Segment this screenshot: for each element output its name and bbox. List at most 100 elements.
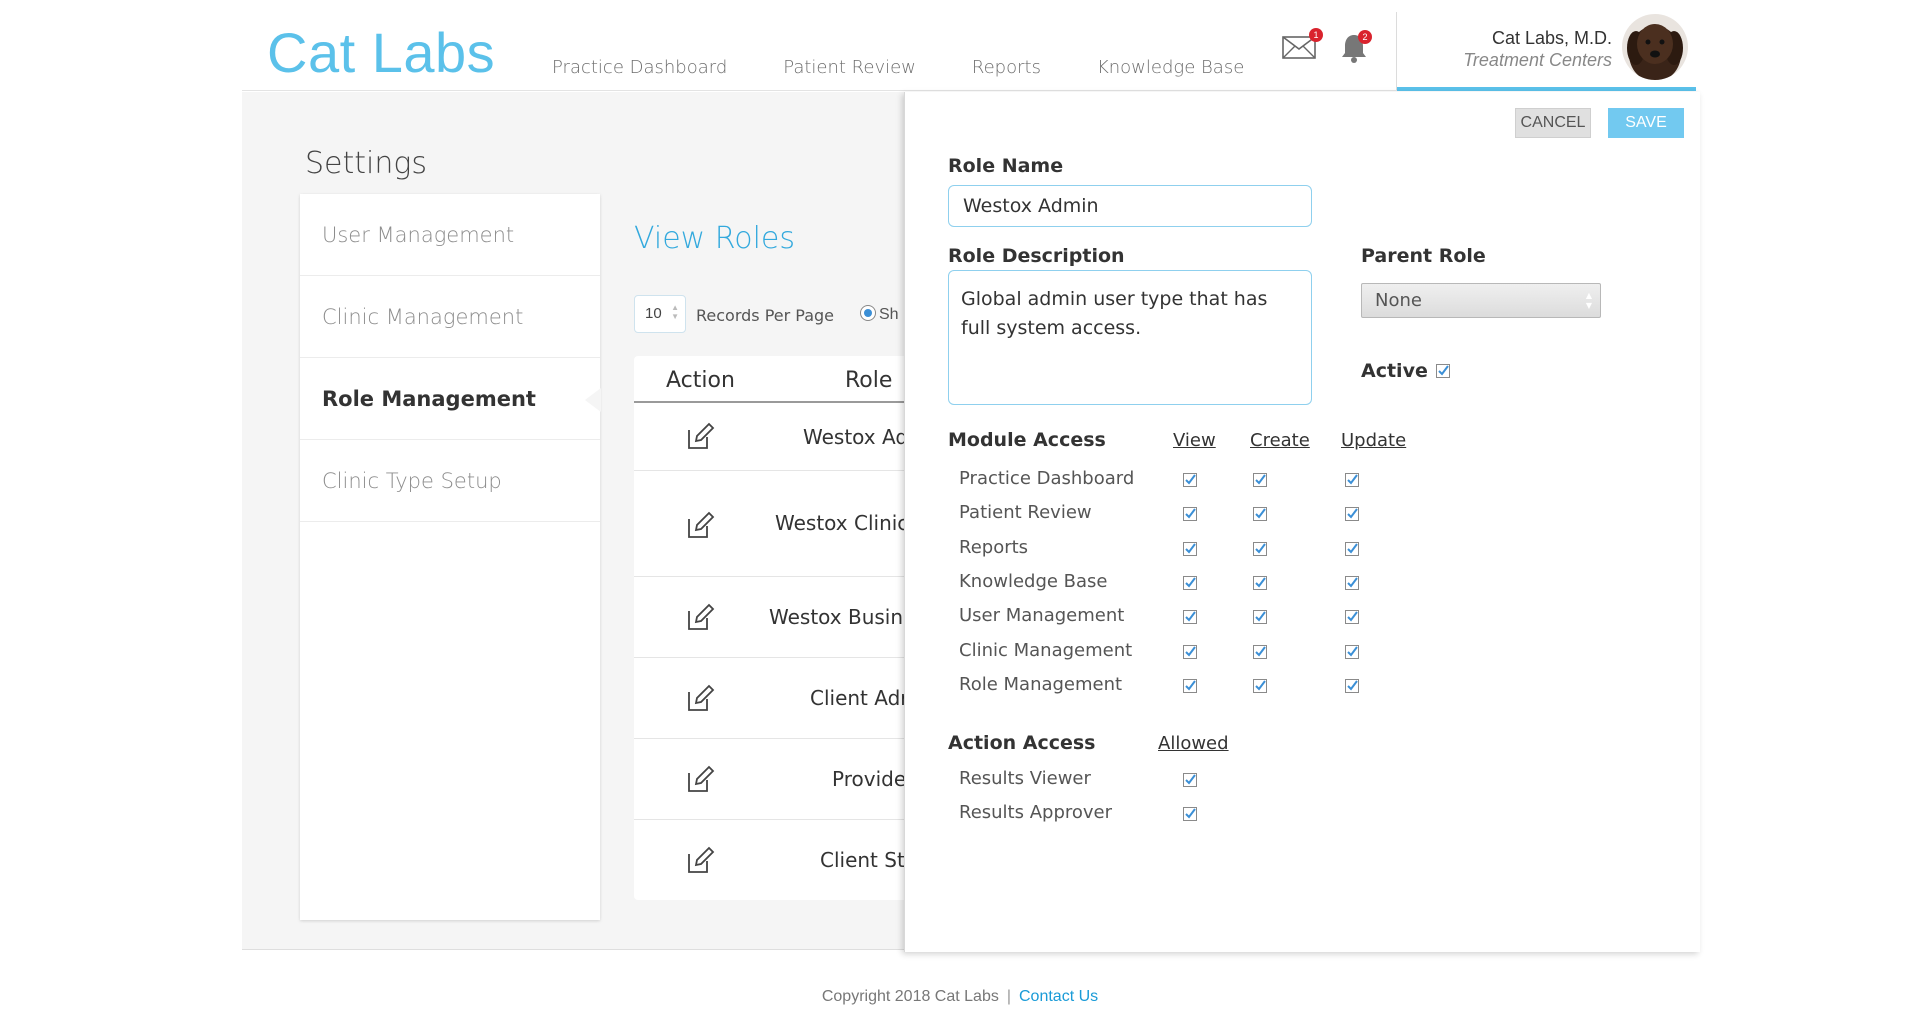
create-checkbox[interactable] [1253,575,1267,590]
role-name-cell: Westox Busine [769,605,916,629]
role-name-cell: Westox Clinica [775,511,921,535]
mail-button[interactable]: 1 [1282,28,1323,62]
view-checkbox[interactable] [1183,678,1197,693]
parent-role-select[interactable]: None ▲ ▼ [1361,283,1601,318]
select-arrows-icon: ▲ ▼ [1585,291,1592,310]
table-row[interactable]: Client Sta [634,820,934,900]
edit-icon[interactable] [685,846,715,876]
action-name: Results Approver [959,801,1113,823]
edit-icon[interactable] [685,603,715,633]
role-name-cell: Client Sta [820,848,918,872]
records-per-page-stepper[interactable]: 10 ▲ ▼ [634,295,686,333]
stepper-arrows-icon[interactable]: ▲ ▼ [671,303,679,321]
nav-practice-dashboard[interactable]: Practice Dashboard [552,57,727,78]
records-per-page-value: 10 [645,305,662,322]
settings-sidebar: User Management Clinic Management Role M… [300,194,601,920]
user-profile[interactable]: Cat Labs, M.D. Treatment Centers [1397,0,1696,91]
avatar[interactable] [1622,14,1688,80]
create-checkbox[interactable] [1253,473,1267,487]
logo[interactable]: Cat Labs [267,20,495,85]
view-checkbox[interactable] [1183,541,1197,556]
edit-icon[interactable] [685,511,715,541]
edit-role-panel: CANCEL SAVE Role Name Westox Admin Role … [904,92,1700,952]
role-name-input[interactable]: Westox Admin [948,185,1312,227]
user-subtitle: Treatment Centers [1463,50,1612,70]
module-name: User Management [959,605,1125,627]
nav-reports[interactable]: Reports [972,57,1041,78]
create-checkbox[interactable] [1253,507,1267,522]
action-name: Results Viewer [959,768,1091,789]
sidebar-item-clinic-management[interactable]: Clinic Management [300,276,600,358]
column-header-view: View [1173,430,1216,451]
sidebar-item-role-management[interactable]: Role Management [300,358,601,440]
active-caret [585,388,601,412]
update-checkbox[interactable] [1345,541,1359,556]
show-radio[interactable] [860,305,876,321]
records-per-page-label: Records Per Page [696,306,835,325]
table-row[interactable]: Provide [634,739,934,820]
role-name-cell: Provide [832,767,907,791]
role-name-label: Role Name [948,155,1064,177]
sidebar-item-label: Role Management [322,386,536,411]
create-checkbox[interactable] [1253,678,1267,693]
action-access-label: Action Access [948,732,1096,754]
role-description-textarea[interactable]: Global admin user type that has full sys… [948,270,1312,405]
parent-role-label: Parent Role [1361,245,1486,267]
nav-knowledge-base[interactable]: Knowledge Base [1097,57,1244,78]
module-name: Knowledge Base [959,570,1108,592]
page-title: Settings [305,146,428,181]
mail-badge: 1 [1309,28,1323,42]
column-header-update: Update [1341,430,1407,451]
view-checkbox[interactable] [1183,610,1197,625]
module-name: Reports [959,536,1029,558]
column-header-role[interactable]: Role [845,368,892,393]
footer-separator: | [1006,988,1011,1005]
show-label: Sho [879,306,899,323]
table-row[interactable]: Westox Busine [634,577,934,658]
column-header-create: Create [1250,430,1310,451]
roles-table: Action Role Westox Ad Westox Clinica Wes… [634,356,934,900]
update-checkbox[interactable] [1345,575,1359,590]
column-header-action: Action [666,368,735,393]
view-checkbox[interactable] [1183,644,1197,659]
view-checkbox[interactable] [1183,473,1197,487]
save-button[interactable]: SAVE [1608,108,1684,138]
active-checkbox[interactable] [1436,364,1450,378]
sidebar-item-user-management[interactable]: User Management [300,194,600,276]
cancel-button[interactable]: CANCEL [1515,108,1591,138]
module-access-label: Module Access [948,429,1106,451]
table-row[interactable]: Westox Ad [634,403,934,471]
role-name-cell: Westox Ad [803,425,909,449]
table-row[interactable]: Client Adr [634,658,934,739]
module-name: Clinic Management [959,639,1133,661]
edit-icon[interactable] [685,684,715,714]
sidebar-item-clinic-type-setup[interactable]: Clinic Type Setup [300,440,600,522]
view-checkbox[interactable] [1183,575,1197,590]
update-checkbox[interactable] [1345,507,1359,522]
nav-patient-review[interactable]: Patient Review [783,57,916,78]
section-title: View Roles [634,221,796,256]
create-checkbox[interactable] [1253,541,1267,556]
module-name: Patient Review [959,502,1092,524]
allowed-checkbox[interactable] [1183,806,1197,821]
edit-icon[interactable] [685,765,715,795]
create-checkbox[interactable] [1253,610,1267,625]
view-checkbox[interactable] [1183,507,1197,522]
copyright-text: Copyright 2018 Cat Labs [821,988,999,1005]
avatar-image [1622,14,1688,80]
update-checkbox[interactable] [1345,678,1359,693]
update-checkbox[interactable] [1345,644,1359,659]
parent-role-value: None [1375,290,1422,311]
update-checkbox[interactable] [1345,610,1359,625]
footer: Copyright 2018 Cat Labs | Contact Us [0,988,1920,1006]
edit-icon[interactable] [685,422,715,452]
notifications-button[interactable]: 2 [1340,30,1372,66]
contact-us-link[interactable]: Contact Us [1019,988,1098,1005]
update-checkbox[interactable] [1345,473,1359,487]
allowed-checkbox[interactable] [1183,773,1197,787]
active-label: Active [1361,360,1428,382]
notifications-badge: 2 [1358,30,1372,44]
user-name: Cat Labs, M.D. [1491,28,1612,48]
create-checkbox[interactable] [1253,644,1267,659]
table-row[interactable]: Westox Clinica [634,471,934,577]
